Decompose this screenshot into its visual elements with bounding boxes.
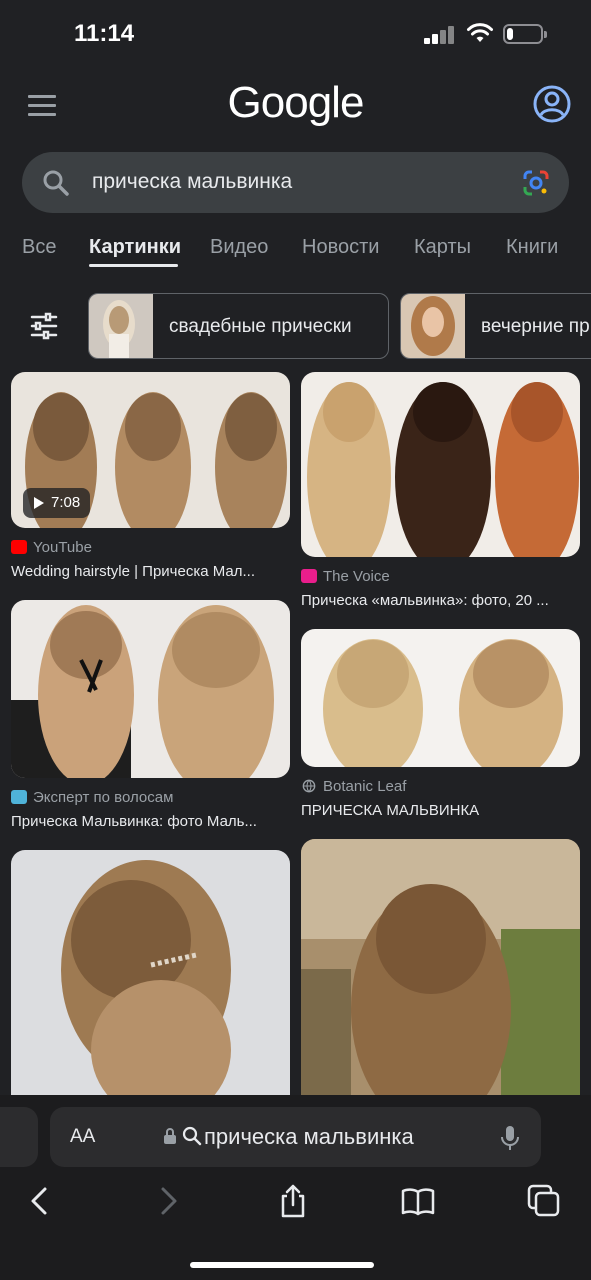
result-image[interactable] xyxy=(301,629,580,767)
home-indicator xyxy=(190,1262,374,1268)
tabs-icon[interactable] xyxy=(526,1183,562,1219)
search-icon[interactable] xyxy=(42,169,70,197)
result-image[interactable] xyxy=(11,850,290,1110)
hairstyle-photo xyxy=(11,850,290,1110)
search-input[interactable]: прическа мальвинка xyxy=(22,152,569,213)
lock-icon xyxy=(164,1128,176,1144)
address-bar[interactable]: AA прическа мальвинка xyxy=(50,1107,541,1167)
address-text[interactable]: прическа мальвинка xyxy=(204,1124,414,1150)
chip-label[interactable]: свадебные прически xyxy=(169,316,352,338)
bookmarks-icon[interactable] xyxy=(400,1183,436,1219)
previous-tab-preview[interactable] xyxy=(0,1107,38,1167)
chip-label[interactable]: вечерние пр xyxy=(481,316,590,338)
battery-level-fill xyxy=(507,28,513,40)
result-image[interactable]: 7:08 xyxy=(11,372,290,528)
globe-icon xyxy=(302,779,316,793)
result-title[interactable]: Прическа Мальвинка: фото Маль... xyxy=(11,813,291,830)
search-icon xyxy=(182,1126,202,1146)
tab-all[interactable]: Все xyxy=(22,236,56,259)
google-logo[interactable]: Google xyxy=(0,78,591,128)
result-title[interactable]: ПРИЧЕСКА МАЛЬВИНКА xyxy=(301,802,581,819)
video-duration-badge: 7:08 xyxy=(23,488,91,518)
battery-icon xyxy=(503,24,547,44)
tab-news[interactable]: Новости xyxy=(302,236,379,259)
google-lens-icon[interactable] xyxy=(522,169,550,197)
tab-images[interactable]: Картинки xyxy=(89,236,181,259)
active-tab-indicator xyxy=(89,264,178,267)
hairstyle-photo xyxy=(11,600,290,778)
site-favicon-icon xyxy=(301,569,317,583)
tab-books[interactable]: Книги xyxy=(506,236,558,259)
tune-filter-icon[interactable] xyxy=(30,312,58,340)
status-bar: 11:14 xyxy=(0,0,591,70)
related-search-chip[interactable]: свадебные прически xyxy=(88,293,389,359)
status-time: 11:14 xyxy=(74,20,135,47)
result-source[interactable]: The Voice xyxy=(301,568,390,585)
wifi-icon xyxy=(467,23,493,42)
result-title[interactable]: Прическа «мальвинка»: фото, 20 ... xyxy=(301,592,581,609)
text-size-button[interactable]: AA xyxy=(70,1126,95,1148)
youtube-favicon-icon xyxy=(11,540,27,554)
account-circle-icon[interactable] xyxy=(532,84,572,124)
related-search-chip[interactable]: вечерние пр xyxy=(400,293,591,359)
hairstyle-photo xyxy=(301,372,580,557)
result-image[interactable] xyxy=(11,600,290,778)
hairstyle-photo xyxy=(301,839,580,1109)
search-query[interactable]: прическа мальвинка xyxy=(92,170,292,194)
share-icon[interactable] xyxy=(275,1183,311,1219)
cellular-signal-icon xyxy=(424,26,456,44)
result-title[interactable]: Wedding hairstyle | Прическа Мал... xyxy=(11,563,291,580)
result-source[interactable]: Botanic Leaf xyxy=(301,778,406,795)
microphone-icon[interactable] xyxy=(500,1124,520,1152)
tab-videos[interactable]: Видео xyxy=(210,236,268,259)
chip-thumbnail xyxy=(89,294,153,358)
forward-arrow-icon[interactable] xyxy=(150,1183,186,1219)
back-arrow-icon[interactable] xyxy=(22,1183,58,1219)
result-source[interactable]: Эксперт по волосам xyxy=(11,789,173,806)
hairstyle-photo xyxy=(301,629,580,767)
result-image[interactable] xyxy=(301,372,580,557)
site-favicon-icon xyxy=(11,790,27,804)
tab-maps[interactable]: Карты xyxy=(414,236,471,259)
result-source[interactable]: YouTube xyxy=(11,539,92,556)
result-image[interactable] xyxy=(301,839,580,1109)
chip-thumbnail xyxy=(401,294,465,358)
